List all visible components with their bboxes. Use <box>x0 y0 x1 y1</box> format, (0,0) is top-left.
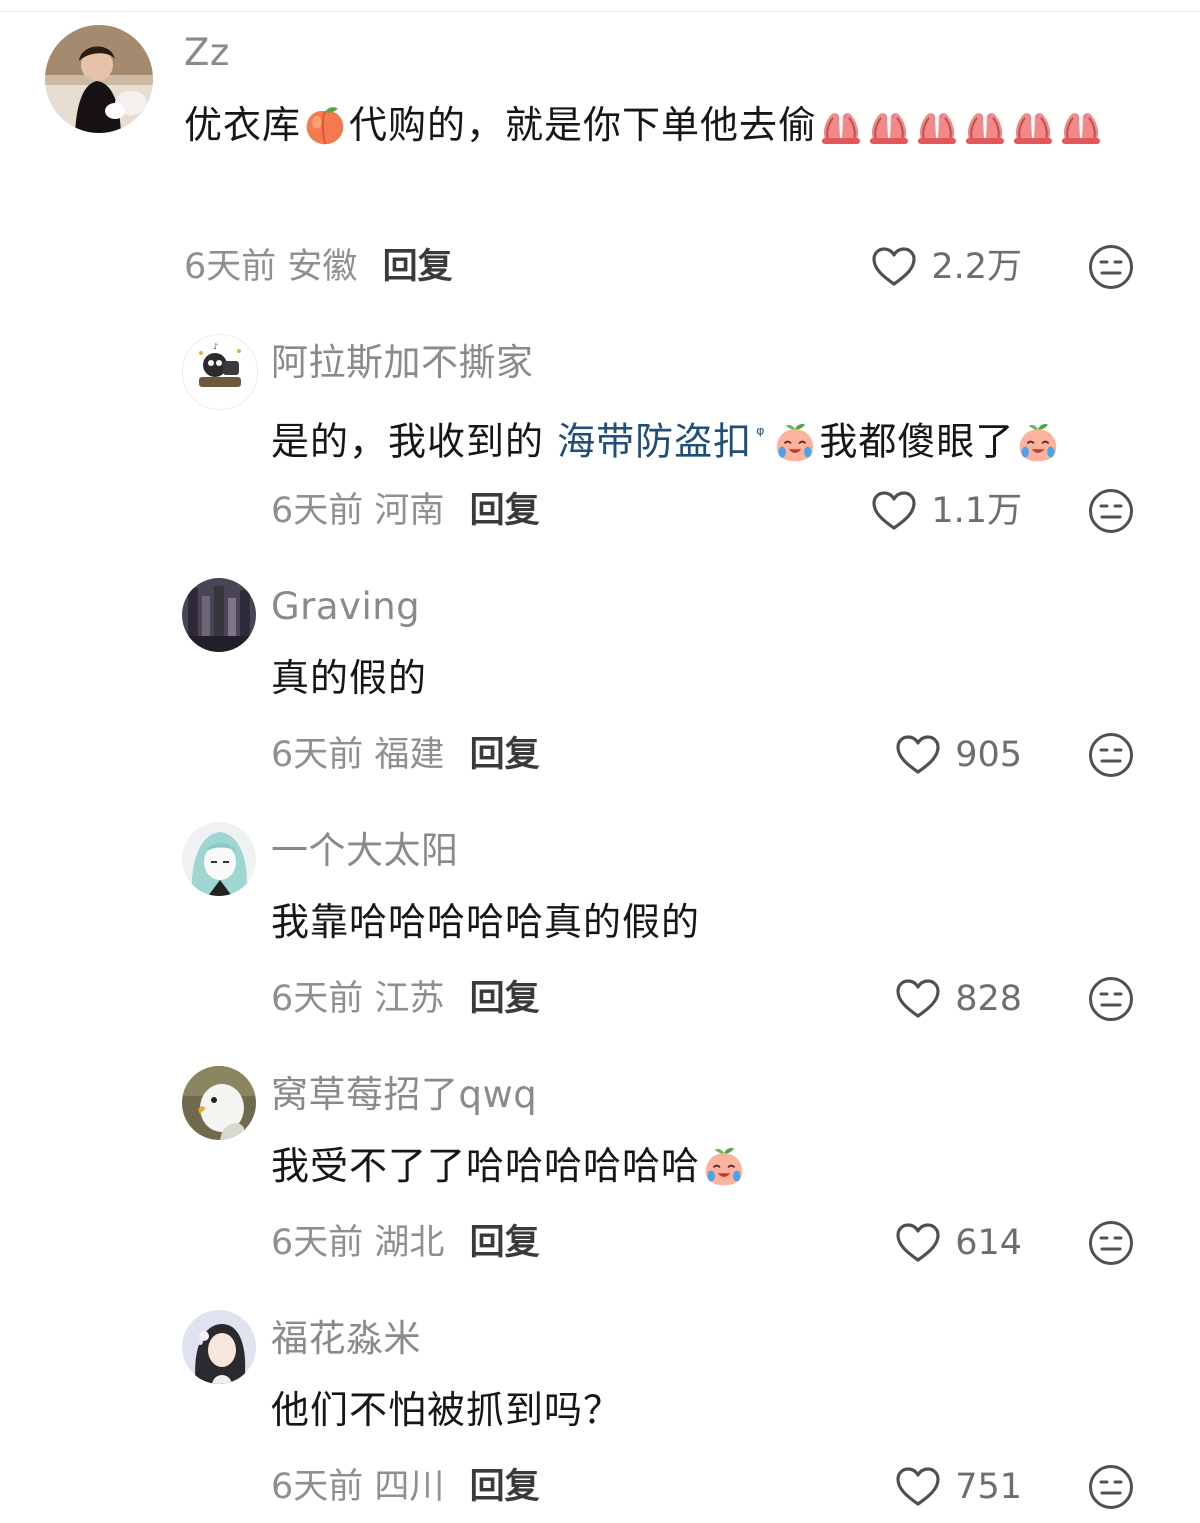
username[interactable]: Graving <box>271 585 420 629</box>
username[interactable]: 一个大太阳 <box>271 829 459 873</box>
time-label: 6天前 <box>271 1467 364 1507</box>
like-count: 2.2万 <box>931 247 1022 287</box>
avatar[interactable] <box>182 1066 256 1140</box>
heart-outline-icon <box>871 246 917 288</box>
comment-text-part: 代购的，就是你下单他去偷 <box>349 103 818 147</box>
location-label: 福建 <box>374 735 445 775</box>
pray-emoji <box>1058 104 1104 146</box>
comment-text-part: 优衣库 <box>184 103 302 147</box>
time-label: 6天前 <box>184 247 277 287</box>
comment-text-part: 我受不了了哈哈哈哈哈哈 <box>271 1144 701 1188</box>
like-button[interactable]: 2.2万 <box>871 245 1022 289</box>
avatar[interactable] <box>45 25 153 133</box>
pray-emoji <box>818 104 864 146</box>
neutral-face-icon <box>1088 1464 1134 1510</box>
like-count: 828 <box>955 979 1022 1019</box>
username[interactable]: 阿拉斯加不撕家 <box>271 341 534 385</box>
comment-text: 优衣库 代购的，就是你下单他去偷 <box>184 99 1134 151</box>
peach-emoji <box>302 104 348 146</box>
time-label: 6天前 <box>271 735 364 775</box>
dislike-button[interactable] <box>1088 976 1134 1022</box>
avatar[interactable] <box>182 822 256 896</box>
reply-button[interactable]: 回复 <box>470 1467 540 1507</box>
neutral-face-icon <box>1088 732 1134 778</box>
comment-text-part: 是的，我收到的 <box>271 419 558 464</box>
reply-button[interactable]: 回复 <box>470 1223 540 1263</box>
search-link[interactable]: 海带防盗扣 <box>557 420 752 464</box>
heart-outline-icon <box>895 1222 941 1264</box>
neutral-face-icon <box>1088 244 1134 290</box>
comment-text: 是的，我收到的 海带防盗扣 ᵠ 我都傻眼了 <box>271 408 1200 468</box>
avatar[interactable] <box>182 578 256 652</box>
neutral-face-icon <box>1088 976 1134 1022</box>
dislike-button[interactable] <box>1088 1464 1134 1510</box>
comment-meta: 6天前 福建 回复 <box>271 733 540 777</box>
heart-outline-icon <box>895 1466 941 1508</box>
reply-button[interactable]: 回复 <box>470 735 540 775</box>
comment-text-part: 我都傻眼了 <box>819 419 1015 464</box>
username[interactable]: 福花淼米 <box>271 1317 421 1361</box>
comment-text: 真的假的 <box>271 656 428 700</box>
comment-meta: 6天前 湖北 回复 <box>271 1221 540 1265</box>
location-label: 湖北 <box>374 1223 445 1263</box>
reply-button[interactable]: 回复 <box>383 247 453 287</box>
heart-outline-icon <box>895 978 941 1020</box>
time-label: 6天前 <box>271 491 364 531</box>
like-button[interactable]: 905 <box>895 733 1022 777</box>
location-label: 四川 <box>374 1467 445 1507</box>
pray-emoji <box>914 104 960 146</box>
comment-text: 他们不怕被抓到吗？ <box>271 1388 623 1432</box>
username[interactable]: Zz <box>184 31 230 75</box>
neutral-face-icon <box>1088 1220 1134 1266</box>
neutral-face-icon <box>1088 488 1134 534</box>
location-label: 安徽 <box>287 247 358 287</box>
crying-peach-emoji <box>701 1145 747 1187</box>
time-label: 6天前 <box>271 1223 364 1263</box>
like-count: 1.1万 <box>931 491 1022 531</box>
comment-meta: 6天前 河南 回复 <box>271 489 540 533</box>
comment-meta: 6天前 安徽 回复 <box>184 245 453 289</box>
dislike-button[interactable] <box>1088 488 1134 534</box>
svg-text:♪: ♪ <box>213 342 218 351</box>
avatar[interactable] <box>182 1310 256 1384</box>
crying-peach-emoji <box>1015 421 1061 463</box>
search-icon[interactable]: ᵠ <box>756 408 765 460</box>
heart-outline-icon <box>871 490 917 532</box>
comment-text: 我受不了了哈哈哈哈哈哈 <box>271 1140 1200 1192</box>
comment-meta: 6天前 江苏 回复 <box>271 977 540 1021</box>
comment-meta: 6天前 四川 回复 <box>271 1465 540 1509</box>
like-button[interactable]: 828 <box>895 977 1022 1021</box>
dislike-button[interactable] <box>1088 244 1134 290</box>
top-divider <box>0 11 1200 12</box>
like-button[interactable]: 751 <box>895 1465 1022 1509</box>
location-label: 江苏 <box>374 979 445 1019</box>
username[interactable]: 窝草莓招了qwq <box>271 1073 537 1117</box>
dislike-button[interactable] <box>1088 1220 1134 1266</box>
pray-emoji <box>866 104 912 146</box>
comment-text: 我靠哈哈哈哈哈真的假的 <box>271 900 701 944</box>
dislike-button[interactable] <box>1088 732 1134 778</box>
avatar[interactable]: ♪ <box>182 334 258 410</box>
location-label: 河南 <box>374 491 445 531</box>
pray-emoji <box>1010 104 1056 146</box>
heart-outline-icon <box>895 734 941 776</box>
reply-button[interactable]: 回复 <box>470 979 540 1019</box>
pray-emoji <box>962 104 1008 146</box>
like-count: 905 <box>955 735 1022 775</box>
like-count: 614 <box>955 1223 1022 1263</box>
like-button[interactable]: 1.1万 <box>871 489 1022 533</box>
crying-peach-emoji <box>772 421 818 463</box>
time-label: 6天前 <box>271 979 364 1019</box>
reply-button[interactable]: 回复 <box>470 491 540 531</box>
like-count: 751 <box>955 1467 1022 1507</box>
like-button[interactable]: 614 <box>895 1221 1022 1265</box>
